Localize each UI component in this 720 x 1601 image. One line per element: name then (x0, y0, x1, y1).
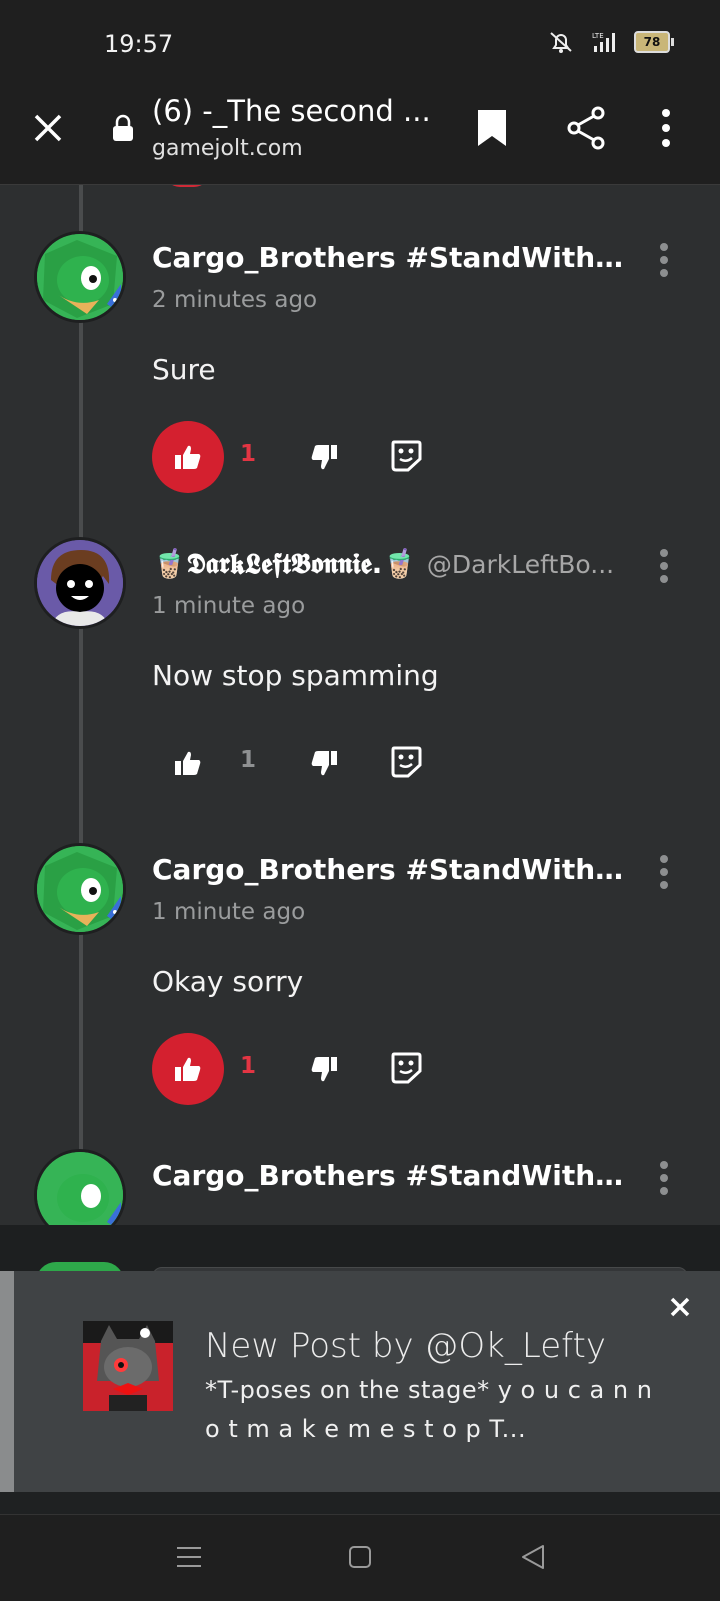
avatar-image (37, 234, 123, 320)
page-url[interactable]: gamejolt.com (152, 136, 303, 161)
like-count[interactable]: 1 (240, 441, 256, 467)
browser-toolbar: (6) -_The second ... gamejolt.com (0, 80, 720, 185)
thumbs-down-icon[interactable] (310, 1055, 338, 1083)
bookmark-icon[interactable] (476, 108, 508, 148)
notification-toast[interactable]: New Post by @Ok_Lefty *T-poses on the st… (0, 1271, 720, 1492)
like-count[interactable]: 1 (240, 747, 256, 773)
menu-icon[interactable] (176, 1545, 202, 1569)
comment-username[interactable]: Cargo_Brothers #StandWithUkr... (152, 241, 627, 274)
system-nav-bar (0, 1514, 720, 1601)
avatar[interactable] (34, 537, 126, 629)
notification-title: New Post by @Ok_Lefty (205, 1326, 606, 1366)
thumbs-up-icon (175, 751, 201, 775)
like-button[interactable] (152, 727, 224, 799)
like-button[interactable] (152, 1033, 224, 1105)
comment-time[interactable]: 1 minute ago (152, 899, 305, 925)
comment-actions: 1 (152, 1033, 452, 1105)
avatar[interactable] (34, 1149, 126, 1225)
comment-more-icon[interactable] (659, 243, 669, 277)
avatar[interactable] (34, 231, 126, 323)
notification-body: *T-poses on the stage* y o u c a n n o t… (205, 1376, 653, 1443)
thumbs-down-icon[interactable] (310, 749, 338, 777)
comment-actions: 1 (152, 727, 452, 799)
avatar-image (37, 846, 123, 932)
avatar-image (37, 540, 123, 626)
comment-time[interactable]: 1 minute ago (152, 593, 305, 619)
comment-more-icon[interactable] (659, 855, 669, 889)
reply-sticker-icon[interactable] (390, 1051, 422, 1085)
lock-icon (113, 114, 133, 141)
reply-sticker-icon[interactable] (390, 745, 422, 779)
thread-line (79, 185, 83, 1225)
thumbs-down-icon[interactable] (310, 443, 338, 471)
status-bar: 19:57 LTE 78 (0, 0, 720, 80)
comment-thread: Cargo_Brothers #StandWithUkr... 2 minute… (0, 185, 720, 1225)
comment-actions: 1 (152, 421, 452, 493)
status-time: 19:57 (104, 30, 174, 58)
avatar-image (37, 1152, 123, 1225)
back-icon[interactable] (520, 1543, 546, 1571)
battery-indicator: 78 (634, 31, 674, 53)
page-title[interactable]: (6) -_The second ... (152, 94, 432, 128)
signal-icon: LTE (592, 32, 615, 52)
comment-text: Sure (152, 353, 216, 386)
comment-composer (0, 1225, 720, 1282)
lte-label: LTE (592, 32, 604, 40)
comment-username[interactable]: Cargo_Brothers #StandWithUkr... (152, 853, 627, 886)
share-icon[interactable] (566, 106, 606, 150)
comment-username[interactable]: Cargo_Brothers #StandWithUkr... (152, 1159, 627, 1192)
thumbs-up-icon (175, 1057, 201, 1081)
toast-stripe (0, 1271, 14, 1492)
spacer (0, 1492, 720, 1514)
comment-text: Okay sorry (152, 965, 304, 998)
thumbs-up-icon (175, 445, 201, 469)
reply-sticker-icon[interactable] (390, 439, 422, 473)
notification-avatar (83, 1321, 173, 1411)
comment-text: Now stop spamming (152, 659, 439, 692)
comment-more-icon[interactable] (659, 549, 669, 583)
more-vert-icon[interactable] (660, 108, 672, 148)
comment-handle: @DarkLeftBo... (426, 550, 615, 579)
comment-username[interactable]: 🧋𝕯𝖆𝖗𝖐𝕷𝖊𝖋𝖙𝕭𝖔𝖓𝖓𝖎𝖊.🧋 @DarkLeftBo... (152, 547, 622, 581)
close-icon[interactable] (668, 1295, 692, 1319)
avatar[interactable] (34, 843, 126, 935)
mute-bell-icon (550, 32, 572, 53)
home-icon[interactable] (348, 1545, 372, 1569)
like-count[interactable]: 1 (240, 1053, 256, 1079)
previous-like-button[interactable] (164, 185, 210, 187)
comment-time[interactable]: 2 minutes ago (152, 287, 317, 313)
comment-more-icon[interactable] (659, 1161, 669, 1195)
notification-avatar-image (83, 1321, 173, 1411)
status-icons: LTE 78 (546, 30, 674, 54)
like-button[interactable] (152, 421, 224, 493)
comment-username-text: 🧋𝕯𝖆𝖗𝖐𝕷𝖊𝖋𝖙𝕭𝖔𝖓𝖓𝖎𝖊.🧋 (152, 547, 418, 580)
close-icon[interactable] (30, 110, 66, 146)
